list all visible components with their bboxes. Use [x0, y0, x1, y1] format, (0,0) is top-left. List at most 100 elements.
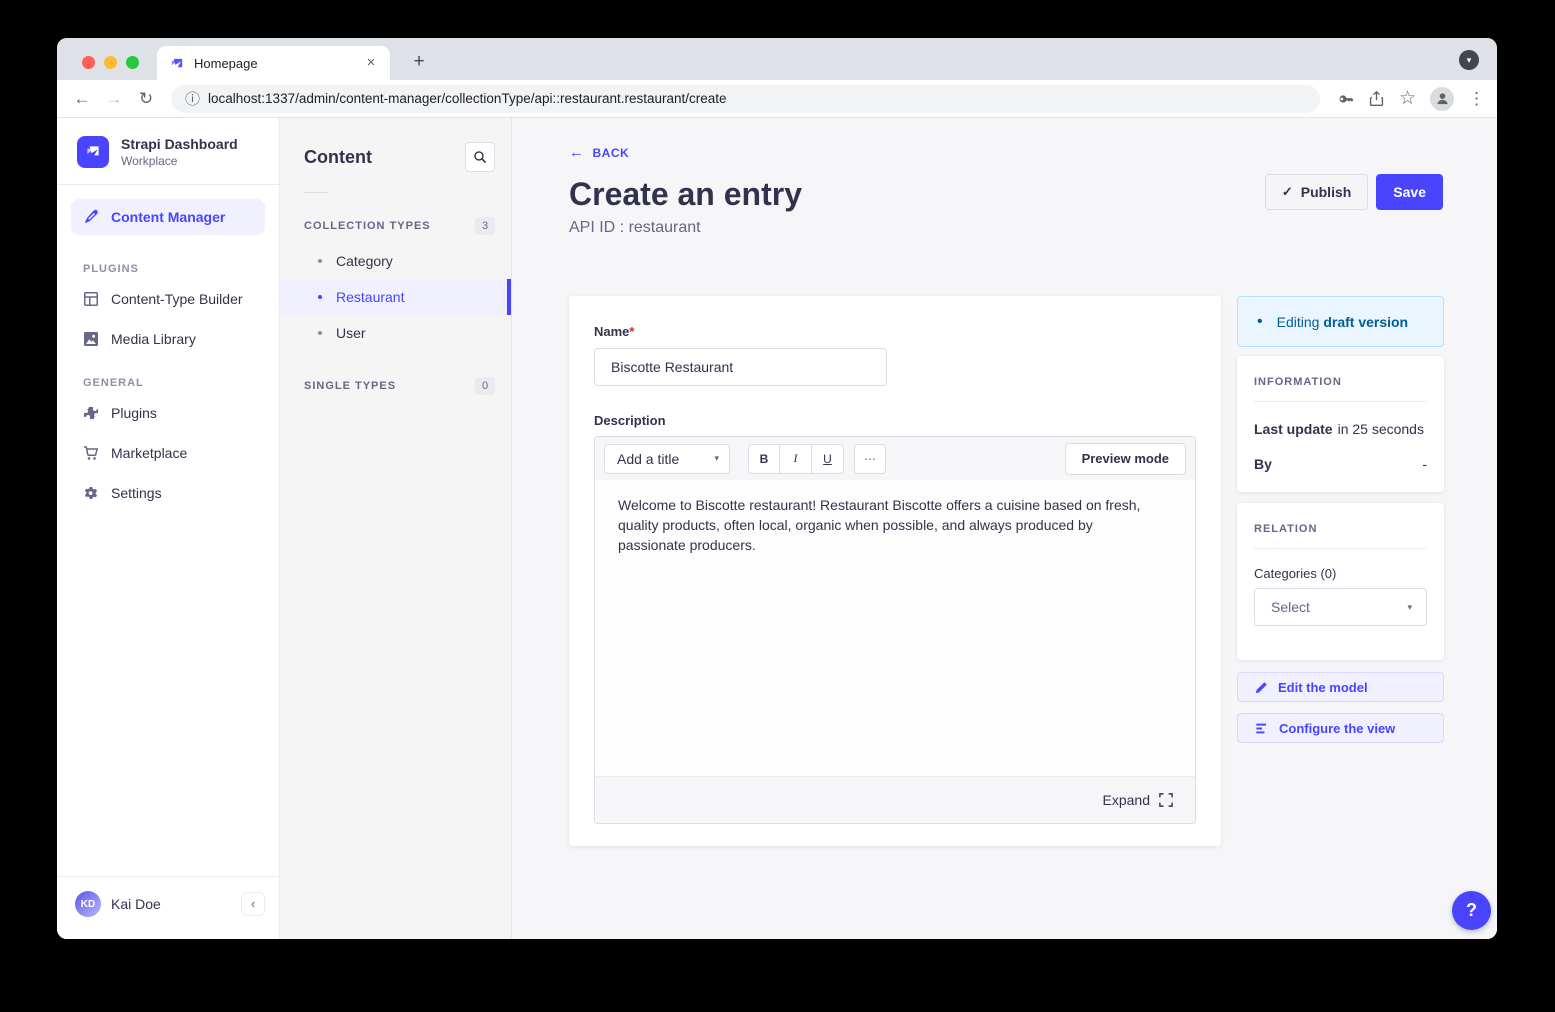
richtext-editor: Add a title ▾ B I U ⋯ Preview mode: [594, 436, 1196, 824]
bold-button[interactable]: B: [748, 444, 780, 474]
sidebar-divider: [57, 184, 279, 185]
name-label: Name*: [594, 324, 1196, 339]
close-window-button[interactable]: [82, 56, 95, 69]
expand-label[interactable]: Expand: [1103, 792, 1150, 808]
editor-footer: Expand: [595, 776, 1195, 823]
user-menu[interactable]: KD Kai Doe ‹: [57, 876, 279, 939]
browser-avatar[interactable]: [1430, 87, 1454, 111]
collection-types-label: COLLECTION TYPES: [304, 220, 431, 232]
workspace-name: Workplace: [121, 154, 238, 168]
sidebar-item-label: Content Manager: [111, 209, 225, 225]
categories-label: Categories (0): [1254, 566, 1427, 581]
bullet-icon: [318, 331, 322, 335]
subnav-item-restaurant[interactable]: Restaurant: [280, 279, 511, 315]
configure-layout-icon: [1255, 722, 1269, 735]
api-id-subtitle: API ID : restaurant: [569, 219, 1443, 237]
feather-pen-icon: [83, 209, 99, 225]
strapi-logo-icon: [77, 136, 109, 168]
browser-tab[interactable]: Homepage ×: [157, 46, 390, 80]
search-button[interactable]: [465, 142, 495, 172]
sidebar-item-label: Marketplace: [111, 445, 187, 461]
user-avatar: KD: [75, 891, 101, 917]
strapi-app: Strapi Dashboard Workplace Content Manag…: [57, 118, 1497, 939]
name-input[interactable]: [594, 348, 887, 386]
expand-icon[interactable]: [1159, 793, 1173, 807]
back-icon[interactable]: ←: [69, 86, 95, 112]
bullet-icon: [318, 259, 322, 263]
information-title: INFORMATION: [1254, 376, 1427, 388]
status-dot-icon: •: [1257, 314, 1263, 330]
selected-indicator: [507, 279, 511, 315]
check-icon: ✓: [1282, 184, 1293, 200]
bookmark-star-icon[interactable]: ☆: [1399, 87, 1416, 110]
screenshot-stage: Homepage × + ▾ ← → ↻ ⓘ localhost:1337/ad…: [0, 0, 1555, 1012]
content-row: Name* Description Add a title ▾: [569, 296, 1443, 846]
sidebar-item-settings[interactable]: Settings: [57, 473, 279, 513]
chevron-down-icon: ▾: [714, 453, 719, 464]
browser-profile-icon[interactable]: ▾: [1459, 50, 1479, 70]
menu-dots-icon[interactable]: ⋮: [1468, 89, 1485, 109]
help-button[interactable]: ?: [1452, 891, 1491, 930]
sidebar-item-label: Settings: [111, 485, 162, 501]
traffic-lights: [82, 56, 139, 69]
password-key-icon[interactable]: [1336, 90, 1354, 108]
minimize-window-button[interactable]: [104, 56, 117, 69]
site-info-icon[interactable]: ⓘ: [185, 88, 200, 109]
new-tab-button[interactable]: +: [405, 49, 433, 77]
required-asterisk: *: [629, 324, 634, 339]
collapse-sidebar-button[interactable]: ‹: [241, 892, 265, 916]
back-link[interactable]: ← BACK: [569, 144, 629, 161]
more-formats-button[interactable]: ⋯: [854, 444, 886, 474]
sidebar-item-marketplace[interactable]: Marketplace: [57, 433, 279, 473]
browser-window: Homepage × + ▾ ← → ↻ ⓘ localhost:1337/ad…: [57, 38, 1497, 939]
sidebar-item-plugins[interactable]: Plugins: [57, 393, 279, 433]
main-sidebar: Strapi Dashboard Workplace Content Manag…: [57, 118, 280, 939]
configure-view-button[interactable]: Configure the view: [1237, 713, 1444, 743]
tab-title: Homepage: [194, 56, 362, 71]
categories-select[interactable]: Select ▾: [1254, 588, 1427, 626]
cart-icon: [83, 445, 99, 461]
workspace-header[interactable]: Strapi Dashboard Workplace: [57, 118, 279, 184]
description-textarea[interactable]: Welcome to Biscotte restaurant! Restaura…: [595, 480, 1195, 776]
sidebar-item-content-manager[interactable]: Content Manager: [71, 199, 265, 235]
browser-toolbar: ← → ↻ ⓘ localhost:1337/admin/content-man…: [57, 80, 1497, 118]
edit-model-button[interactable]: Edit the model: [1237, 672, 1444, 702]
subnav-divider: [304, 192, 328, 193]
italic-button[interactable]: I: [780, 444, 812, 474]
share-icon[interactable]: [1368, 90, 1385, 107]
card-divider: [1254, 401, 1427, 402]
back-arrow-icon: ←: [569, 144, 585, 161]
entry-form-card: Name* Description Add a title ▾: [569, 296, 1221, 846]
subnav-item-label: Category: [336, 253, 393, 269]
save-button[interactable]: Save: [1376, 174, 1443, 210]
sidebar-item-media-library[interactable]: Media Library: [57, 319, 279, 359]
editor-toolbar: Add a title ▾ B I U ⋯ Preview mode: [595, 437, 1195, 480]
sidebar-item-label: Content-Type Builder: [111, 291, 243, 307]
layout-icon: [83, 291, 99, 307]
chevron-down-icon: ▾: [1407, 602, 1412, 613]
subnav-item-category[interactable]: Category: [280, 243, 511, 279]
sidebar-spacer: [57, 513, 279, 876]
subnav-item-user[interactable]: User: [280, 315, 511, 351]
image-icon: [83, 331, 99, 347]
sidebar-section-plugins: PLUGINS: [83, 263, 279, 275]
sidebar-item-label: Plugins: [111, 405, 157, 421]
sidebar-item-content-type-builder[interactable]: Content-Type Builder: [57, 279, 279, 319]
toolbar-actions: ☆ ⋮: [1336, 87, 1485, 111]
puzzle-icon: [83, 405, 99, 421]
strapi-favicon-icon: [170, 56, 185, 71]
user-name: Kai Doe: [111, 896, 231, 912]
url-bar[interactable]: ⓘ localhost:1337/admin/content-manager/c…: [171, 85, 1320, 113]
main-content: ← BACK Create an entry API ID : restaura…: [512, 118, 1497, 939]
tab-close-icon[interactable]: ×: [362, 54, 380, 72]
title-style-select[interactable]: Add a title ▾: [604, 444, 730, 474]
format-button-group: B I U: [748, 444, 844, 474]
preview-mode-button[interactable]: Preview mode: [1065, 443, 1186, 475]
zoom-window-button[interactable]: [126, 56, 139, 69]
sidebar-item-label: Media Library: [111, 331, 196, 347]
reload-icon[interactable]: ↻: [133, 86, 159, 112]
forward-icon[interactable]: →: [101, 86, 127, 112]
sidebar-section-general: GENERAL: [83, 377, 279, 389]
publish-button[interactable]: ✓ Publish: [1265, 174, 1368, 210]
underline-button[interactable]: U: [812, 444, 844, 474]
